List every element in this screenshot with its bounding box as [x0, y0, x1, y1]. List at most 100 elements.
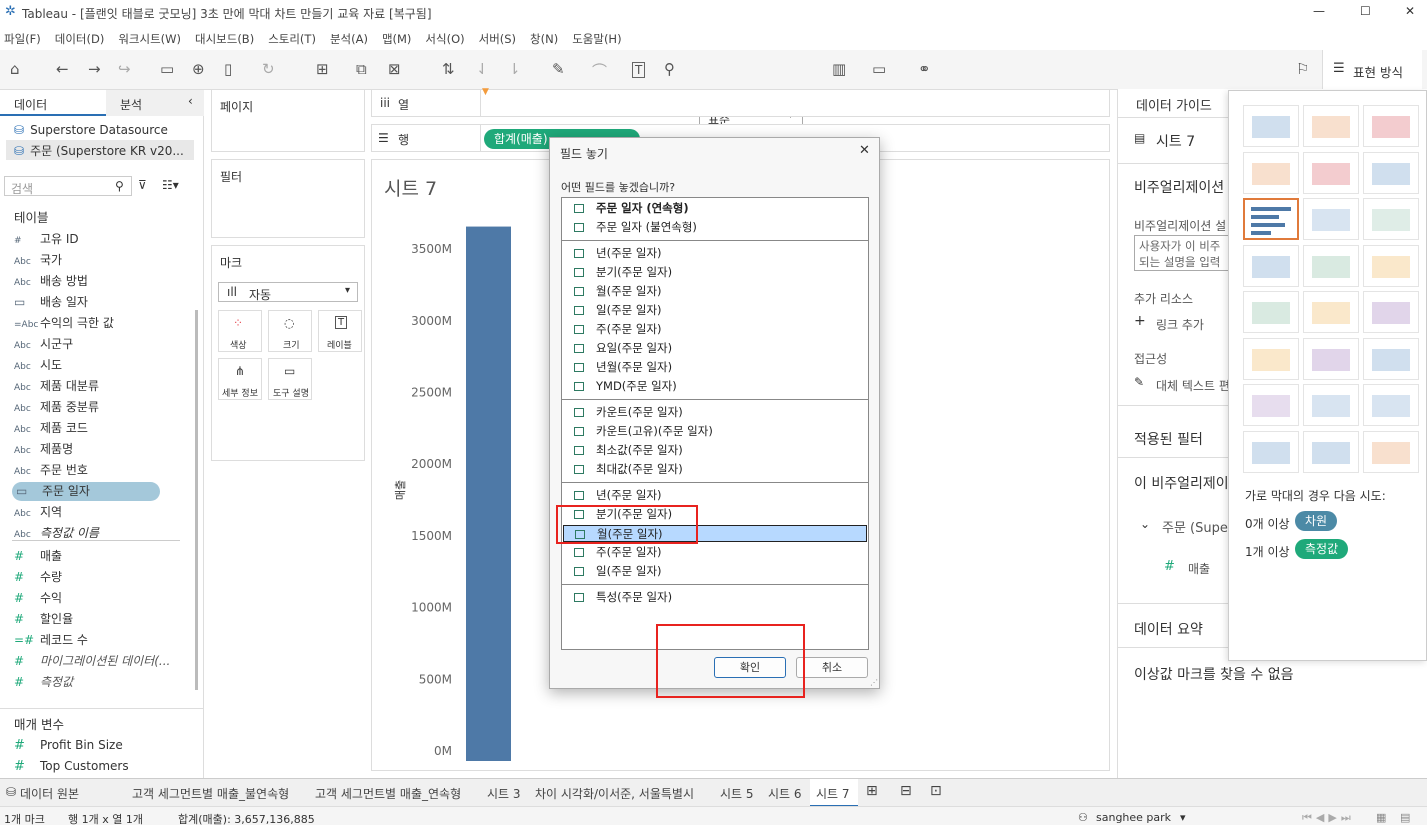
- field-item[interactable]: ▭ 주문 일자: [12, 482, 160, 501]
- chart-type-thumbnail[interactable]: [1243, 291, 1299, 333]
- new-sheet-icon[interactable]: ⊞: [316, 60, 329, 78]
- datasource-item[interactable]: ⛁ Superstore Datasource: [14, 123, 168, 137]
- filmstrip-icon[interactable]: ▤: [1400, 811, 1410, 824]
- new-story-icon[interactable]: ⊡: [930, 783, 942, 799]
- tab-data[interactable]: 데이터: [0, 90, 106, 116]
- bar[interactable]: [466, 226, 511, 761]
- param-item[interactable]: # Top Customers: [14, 759, 129, 774]
- menu-analysis[interactable]: 분석(A): [330, 31, 368, 47]
- columns-shelf[interactable]: iii 열 ▼: [371, 87, 1110, 117]
- maximize-button[interactable]: ☐: [1360, 4, 1371, 18]
- close-icon[interactable]: ✕: [859, 143, 870, 158]
- close-window-button[interactable]: ✕: [1405, 4, 1415, 18]
- tab-datasource[interactable]: 데이터 원본: [20, 785, 79, 802]
- menu-window[interactable]: 창(N): [530, 31, 558, 47]
- chart-type-thumbnail[interactable]: [1303, 151, 1359, 194]
- chart-type-thumbnail[interactable]: [1363, 198, 1419, 240]
- field-option[interactable]: 일(주문 일자): [574, 563, 662, 580]
- pages-shelf[interactable]: 페이지: [211, 89, 365, 152]
- measure-item[interactable]: # 마이그레이션된 데이터(...: [14, 652, 170, 669]
- chart-type-thumbnail[interactable]: [1303, 291, 1359, 333]
- new-worksheet-icon[interactable]: ⊞: [866, 783, 878, 799]
- menu-map[interactable]: 맵(M): [382, 31, 411, 47]
- menu-file[interactable]: 파일(F): [4, 31, 41, 47]
- duplicate-sheet-icon[interactable]: ⧉: [356, 60, 367, 78]
- tab-sheet[interactable]: 시트 5: [720, 785, 754, 802]
- tooltip-icon[interactable]: ⚐: [1296, 60, 1309, 78]
- tab-sheet[interactable]: 차이 시각화/이서준, 서울특별시: [535, 785, 694, 802]
- filters-shelf[interactable]: 필터: [211, 159, 365, 238]
- share-icon[interactable]: ⚭: [918, 60, 931, 78]
- field-option[interactable]: 년(주문 일자): [574, 487, 662, 504]
- measure-item[interactable]: # 할인율: [14, 610, 73, 627]
- chart-type-thumbnail[interactable]: [1303, 244, 1359, 287]
- field-item[interactable]: Abc 시군구: [14, 335, 73, 352]
- field-option[interactable]: 주(주문 일자): [574, 544, 662, 561]
- menu-worksheet[interactable]: 워크시트(W): [118, 31, 181, 47]
- chart-type-thumbnail[interactable]: [1243, 384, 1299, 426]
- field-option[interactable]: 카운트(주문 일자): [574, 404, 683, 421]
- field-option[interactable]: 분기(주문 일자): [574, 264, 672, 281]
- measure-item[interactable]: # 매출: [14, 547, 62, 564]
- datasource-item-active[interactable]: ⛁ 주문 (Superstore KR v20...: [6, 140, 194, 160]
- menu-server[interactable]: 서버(S): [479, 31, 516, 47]
- field-option[interactable]: 요일(주문 일자): [574, 340, 672, 357]
- filter-icon[interactable]: ⊽: [138, 178, 147, 192]
- color-button[interactable]: ⁘ 색상: [218, 310, 262, 352]
- field-item[interactable]: Abc 시도: [14, 356, 62, 373]
- field-item[interactable]: ▭ 배송 일자: [14, 293, 88, 310]
- field-item[interactable]: Abc 국가: [14, 251, 62, 268]
- new-datasource-icon[interactable]: ⊕: [192, 60, 205, 78]
- tab-sheet-active[interactable]: 시트 7: [810, 779, 858, 807]
- measure-item[interactable]: # 측정값: [14, 673, 73, 690]
- chart-type-thumbnail[interactable]: [1243, 337, 1299, 380]
- undo-icon[interactable]: ←: [56, 60, 69, 78]
- measure-item[interactable]: =# 레코드 수: [14, 631, 88, 648]
- chart-type-thumbnail[interactable]: [1363, 151, 1419, 194]
- field-option[interactable]: 주문 일자 (연속형): [574, 200, 689, 217]
- menu-help[interactable]: 도움말(H): [572, 31, 621, 47]
- field-item[interactable]: Abc 배송 방법: [14, 272, 88, 289]
- menu-data[interactable]: 데이터(D): [55, 31, 105, 47]
- scrollbar[interactable]: [195, 310, 198, 690]
- field-option[interactable]: 최소값(주문 일자): [574, 442, 683, 459]
- field-option[interactable]: 주(주문 일자): [574, 321, 662, 338]
- chart-type-thumbnail[interactable]: [1363, 105, 1419, 147]
- field-option[interactable]: 특성(주문 일자): [574, 589, 672, 606]
- detail-button[interactable]: ⋔ 세부 정보: [218, 358, 262, 400]
- chart-type-thumbnail[interactable]: [1303, 105, 1359, 147]
- collapse-icon[interactable]: ‹: [188, 94, 193, 108]
- refresh-icon[interactable]: ↻: [262, 60, 275, 78]
- field-option[interactable]: 년(주문 일자): [574, 245, 662, 262]
- menu-story[interactable]: 스토리(T): [268, 31, 316, 47]
- chart-type-thumbnail[interactable]: [1303, 430, 1359, 473]
- field-option[interactable]: 월(주문 일자): [574, 283, 662, 300]
- menu-format[interactable]: 서식(O): [425, 31, 464, 47]
- save-icon[interactable]: ▭: [160, 60, 174, 78]
- tooltip-button[interactable]: ▭ 도구 설명: [268, 358, 312, 400]
- field-option[interactable]: YMD(주문 일자): [574, 378, 677, 395]
- field-option[interactable]: 주문 일자 (불연속형): [574, 219, 697, 236]
- field-item[interactable]: Abc 측정값 이름: [14, 524, 99, 541]
- chart-type-thumbnail[interactable]: [1303, 337, 1359, 380]
- pause-update-icon[interactable]: ▯: [224, 60, 232, 78]
- redo-icon[interactable]: →: [88, 60, 101, 78]
- chart-type-thumbnail[interactable]: [1303, 384, 1359, 426]
- datasource-tab-icon[interactable]: ⛁: [6, 785, 16, 799]
- labels-icon[interactable]: T: [632, 62, 646, 78]
- measure-item[interactable]: # 수익: [14, 589, 62, 606]
- new-dashboard-icon[interactable]: ⊟: [900, 783, 912, 799]
- pin-icon[interactable]: ⚲: [664, 60, 675, 78]
- viz-desc-input[interactable]: 사용자가 이 비주 되는 설명을 입력: [1134, 235, 1234, 271]
- measure-item[interactable]: # 수량: [14, 568, 62, 585]
- show-me-button[interactable]: ☰ 표현 방식: [1322, 50, 1422, 90]
- field-item[interactable]: =Abc 수익의 극한 값: [14, 314, 114, 331]
- field-option[interactable]: 일(주문 일자): [574, 302, 662, 319]
- field-option[interactable]: 최대값(주문 일자): [574, 461, 683, 478]
- chart-type-thumbnail-selected[interactable]: [1243, 198, 1299, 240]
- search-input[interactable]: 검색 ⚲: [4, 176, 132, 196]
- field-item[interactable]: Abc 주문 번호: [14, 461, 88, 478]
- field-item[interactable]: Abc 지역: [14, 503, 62, 520]
- resize-grip-icon[interactable]: ⋰: [870, 678, 878, 687]
- status-user[interactable]: sanghee park: [1096, 811, 1171, 824]
